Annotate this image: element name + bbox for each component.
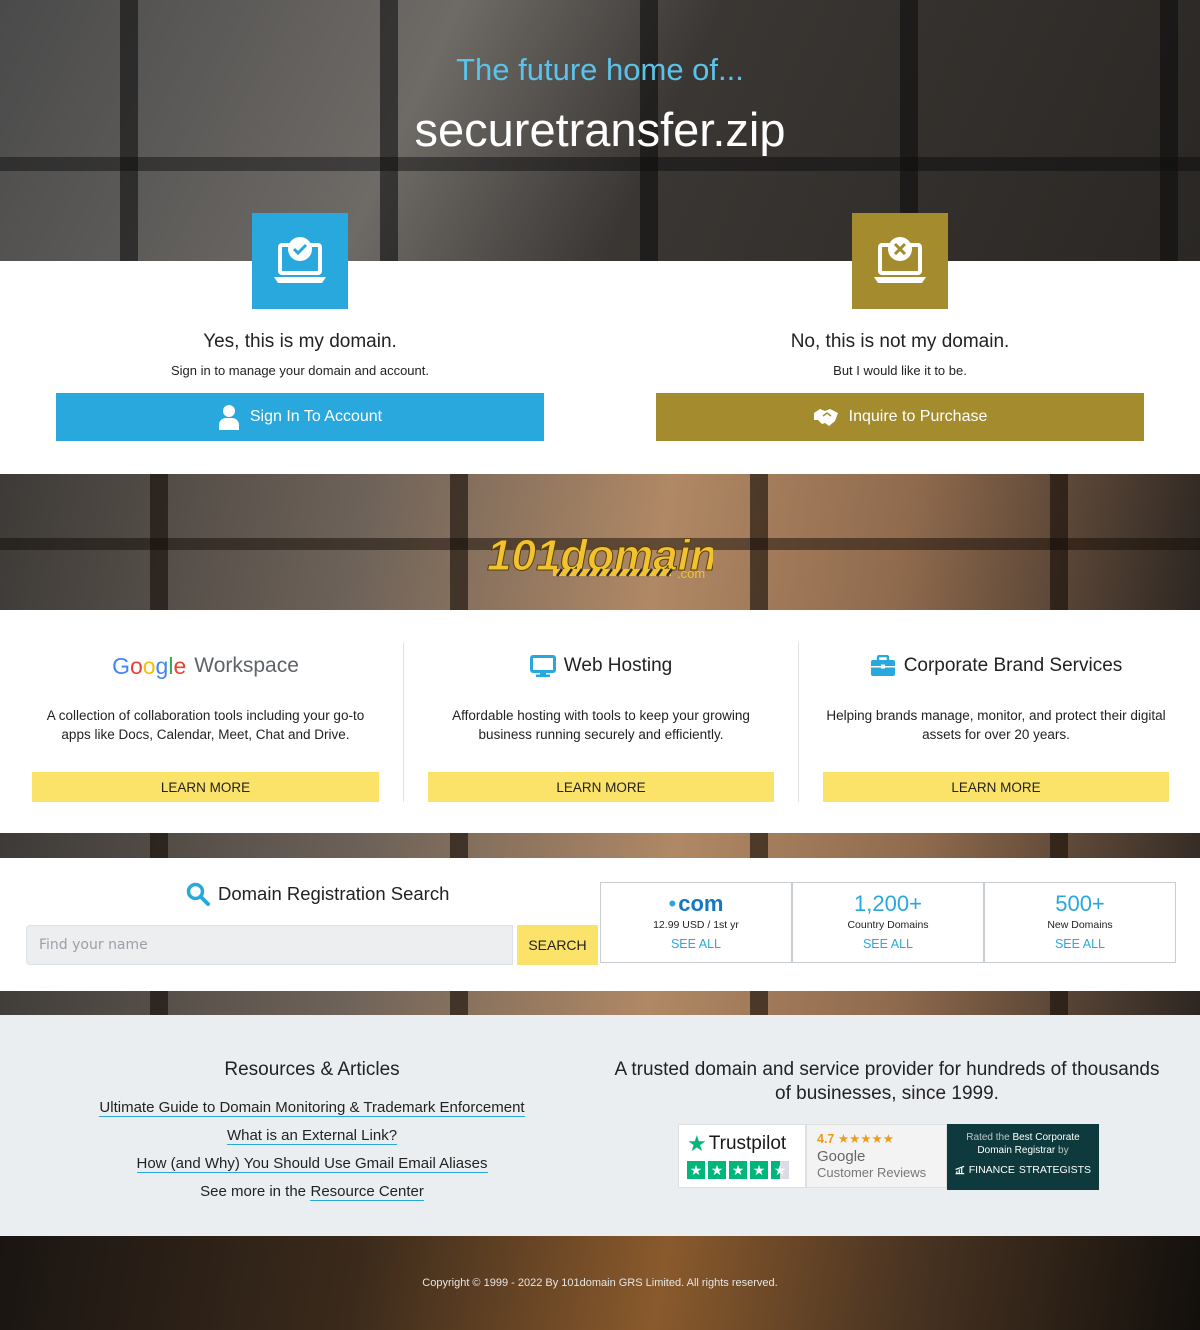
hero-subtitle: The future home of...: [456, 52, 744, 87]
see-all-new-link[interactable]: SEE ALL: [985, 937, 1175, 951]
domain-search-title-label: Domain Registration Search: [218, 883, 450, 904]
web-hosting-title: Web Hosting: [404, 642, 798, 690]
services-section: Google Workspace A collection of collabo…: [0, 610, 1200, 833]
trust-title: A trusted domain and service provider fo…: [614, 1059, 1160, 1104]
service-description: A collection of collaboration tools incl…: [46, 708, 365, 742]
learn-more-button-workspace[interactable]: LEARN MORE: [32, 772, 379, 802]
laptop-check-icon: [252, 213, 348, 309]
dotcom-icon: • com: [668, 891, 724, 916]
google-workspace-title: Google Workspace: [8, 642, 403, 690]
web-hosting-label: Web Hosting: [563, 655, 673, 676]
fs-prefix: Rated the: [966, 1132, 1010, 1143]
resource-link[interactable]: What is an External Link?: [226, 1127, 398, 1145]
user-icon: [218, 405, 239, 430]
resources-section: Resources & Articles Ultimate Guide to D…: [0, 1015, 1200, 1236]
learn-more-button-hosting[interactable]: LEARN MORE: [428, 772, 774, 802]
search-button[interactable]: SEARCH: [517, 925, 598, 965]
workspace-label: Workspace: [194, 654, 299, 677]
copyright-text: Copyright © 1999 - 2022 By 101domain GRS…: [422, 1277, 778, 1289]
service-google-workspace: Google Workspace A collection of collabo…: [8, 642, 403, 802]
stat-caption: New Domains: [1047, 919, 1113, 931]
domain-search-input[interactable]: [26, 925, 513, 965]
sign-in-button-label: Sign In To Account: [249, 408, 383, 425]
stat-caption: 12.99 USD / 1st yr: [653, 919, 739, 931]
monitor-icon: [529, 655, 556, 677]
briefcase-icon: [870, 655, 895, 676]
fs-company-1: FINANCE: [968, 1163, 1015, 1176]
finance-strategists-badge[interactable]: Rated the Best Corporate Domain Registra…: [947, 1124, 1099, 1190]
google-rating-value: 4.7: [817, 1132, 835, 1146]
google-reviews-sub: Customer Reviews: [817, 1165, 927, 1180]
logo-suffix-text: .com: [677, 566, 705, 580]
stat-new-domains: 500+ New Domains SEE ALL: [984, 882, 1176, 963]
corporate-brand-label: Corporate Brand Services: [903, 655, 1123, 676]
domain-search-section: Domain Registration Search SEARCH •com 1…: [0, 858, 1200, 991]
service-web-hosting: Web Hosting Affordable hosting with tool…: [403, 642, 798, 802]
trustpilot-label: Trustpilot: [708, 1133, 787, 1154]
resource-center-link[interactable]: Resource Center: [310, 1183, 424, 1201]
see-all-com-link[interactable]: SEE ALL: [601, 937, 791, 951]
service-corporate-brand: Corporate Brand Services Helping brands …: [798, 642, 1193, 802]
owner-yes-text: Sign in to manage your domain and accoun…: [170, 363, 429, 378]
google-reviews-name: Google: [817, 1148, 866, 1165]
trustpilot-stars: ★ ★ ★ ★ ★: [687, 1161, 797, 1179]
google-reviews-badge[interactable]: 4.7 ★★★★★ Google Customer Reviews: [806, 1124, 947, 1188]
domain-search-title: Domain Registration Search: [186, 882, 449, 906]
stat-number: 500+: [1055, 891, 1105, 916]
owner-yes-heading: Yes, this is my domain.: [203, 331, 397, 352]
owner-no-text: But I would like it to be.: [833, 363, 967, 378]
learn-more-button-corporate[interactable]: LEARN MORE: [823, 772, 1169, 802]
inquire-purchase-button[interactable]: Inquire to Purchase: [656, 393, 1144, 441]
google-rating-stars: ★★★★★: [837, 1132, 894, 1146]
resource-more-prefix: See more in the: [200, 1183, 307, 1200]
101domain-logo[interactable]: 101domain .com: [487, 530, 718, 582]
stat-country-domains: 1,200+ Country Domains SEE ALL: [792, 882, 984, 963]
sign-in-button[interactable]: Sign In To Account: [56, 393, 544, 441]
fs-company-2: STRATEGISTS: [1018, 1163, 1091, 1176]
see-all-country-link[interactable]: SEE ALL: [793, 937, 983, 951]
trustpilot-star-icon: ★: [687, 1131, 707, 1156]
service-description: Affordable hosting with tools to keep yo…: [452, 708, 750, 742]
handshake-icon: [813, 409, 838, 426]
resource-link[interactable]: Ultimate Guide to Domain Monitoring & Tr…: [99, 1099, 525, 1117]
owner-no-heading: No, this is not my domain.: [790, 331, 1010, 352]
fs-suffix: by: [1058, 1145, 1069, 1156]
owner-yes-panel: Yes, this is my domain. Sign in to manag…: [56, 213, 544, 441]
resources-list: Ultimate Guide to Domain Monitoring & Tr…: [0, 1099, 624, 1211]
trustpilot-badge[interactable]: ★ Trustpilot ★ ★ ★ ★ ★: [678, 1124, 806, 1188]
resources-title: Resources & Articles: [224, 1059, 400, 1080]
stat-caption: Country Domains: [847, 919, 929, 931]
corporate-brand-title: Corporate Brand Services: [799, 642, 1193, 690]
google-logo: Google: [112, 652, 187, 679]
inquire-purchase-button-label: Inquire to Purchase: [848, 408, 988, 425]
finance-strategists-logo-icon: [955, 1165, 965, 1175]
hero-domain-title: securetransfer.zip: [414, 103, 786, 156]
search-icon: [186, 882, 210, 906]
laptop-x-icon: [852, 213, 948, 309]
service-description: Helping brands manage, monitor, and prot…: [826, 708, 1166, 742]
trust-badges: ★ Trustpilot ★ ★ ★ ★ ★ 4.7 ★★★★★ Google Cust…: [678, 1124, 1099, 1190]
stat-dotcom: • com 12.99 USD / 1st yr SEE ALL: [600, 882, 792, 963]
owner-no-panel: No, this is not my domain. But I would l…: [656, 213, 1144, 441]
resource-link[interactable]: How (and Why) You Should Use Gmail Email…: [136, 1155, 488, 1173]
stat-number: 1,200+: [854, 891, 922, 916]
